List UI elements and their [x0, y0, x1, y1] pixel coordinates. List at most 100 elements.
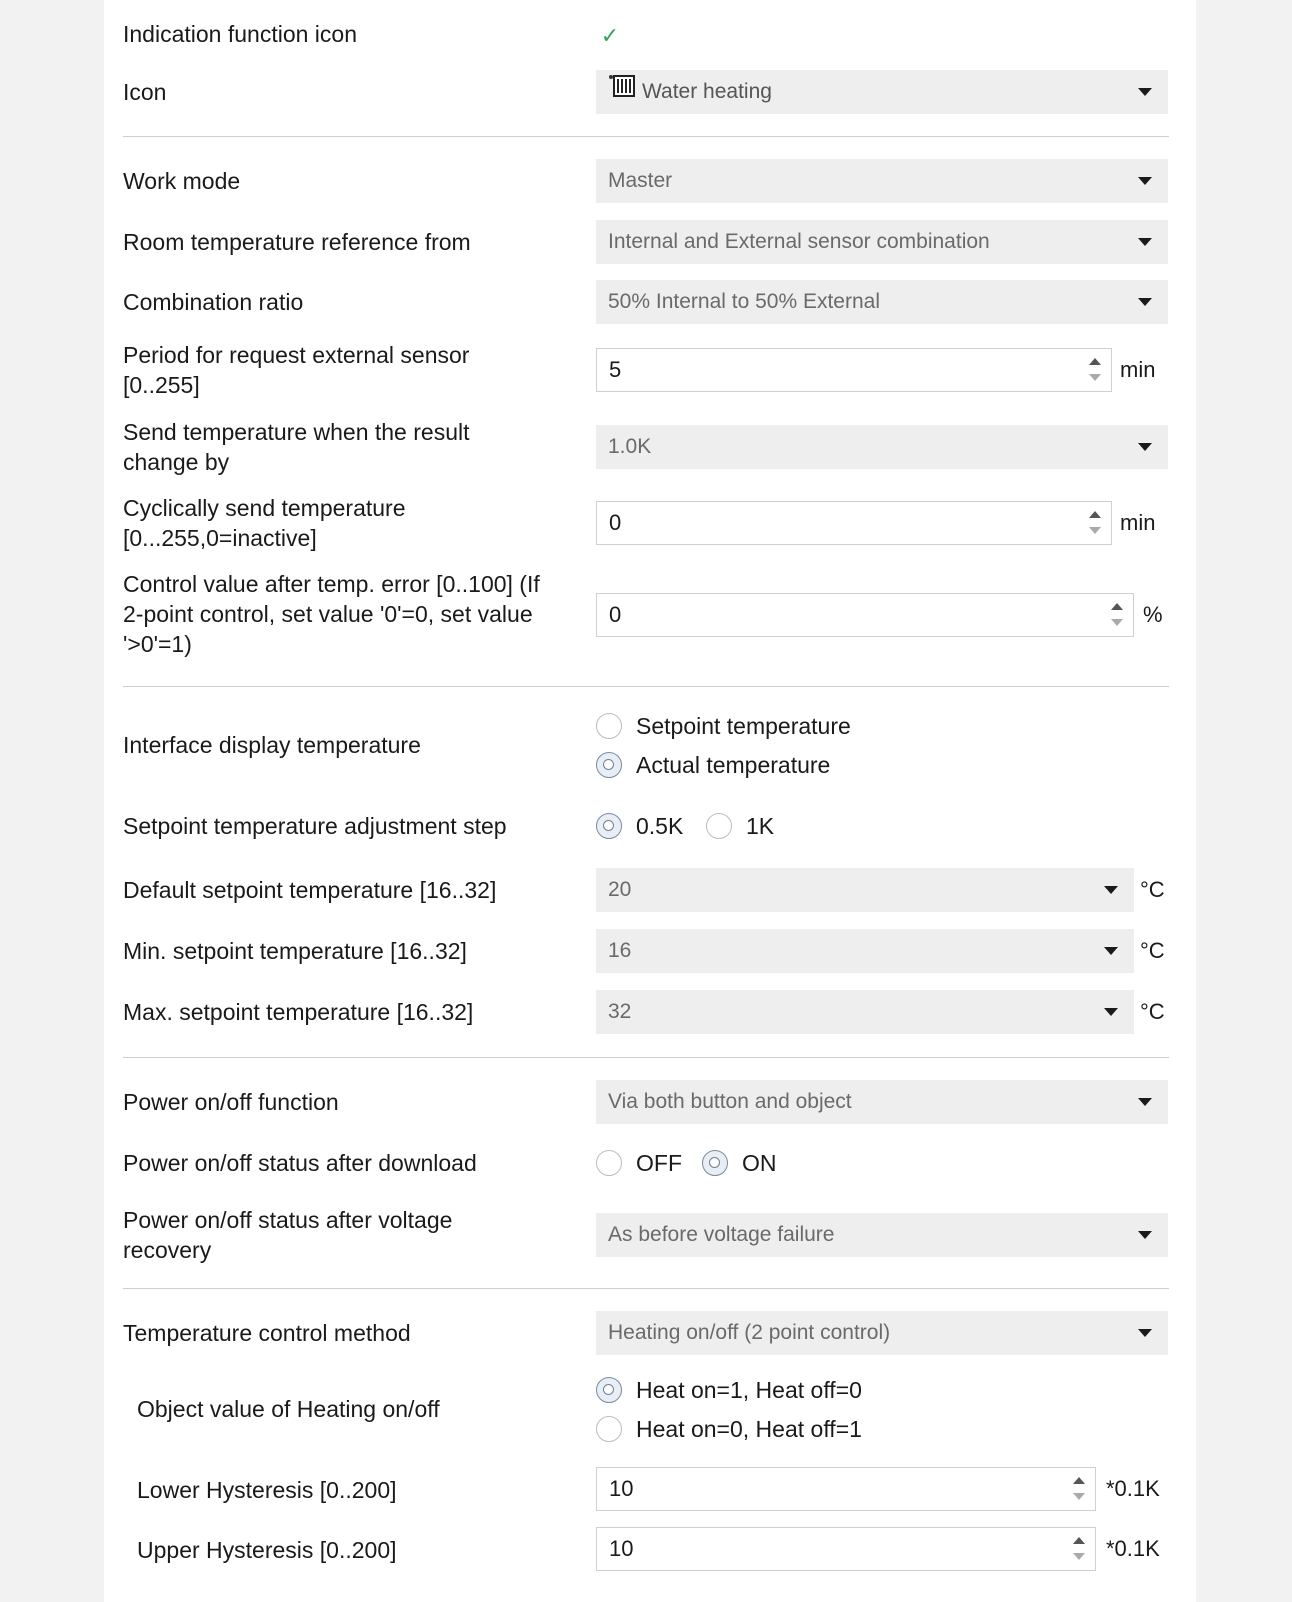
power-rec-label-line2: recovery: [123, 1237, 212, 1263]
radio-label: Heat on=0, Heat off=1: [636, 1416, 862, 1442]
stepper-arrows-icon[interactable]: [1073, 1475, 1085, 1503]
cyclic-label-line1: Cyclically send temperature: [123, 495, 406, 521]
separator: [123, 1288, 1169, 1289]
cyclic-label-line2: [0...255,0=inactive]: [123, 525, 317, 551]
upper-hyst-stepper[interactable]: 10: [596, 1527, 1096, 1571]
work-mode-dropdown[interactable]: Master: [596, 159, 1168, 203]
power-rec-label-line1: Power on/off status after voltage: [123, 1207, 453, 1233]
cyclic-value: 0: [609, 510, 622, 535]
radio-label: ON: [742, 1150, 777, 1176]
control-err-unit: %: [1143, 602, 1163, 627]
stepper-arrows-icon[interactable]: [1089, 356, 1101, 384]
stepper-arrows-icon[interactable]: [1089, 509, 1101, 537]
upper-hyst-label: Upper Hysteresis [0..200]: [137, 1537, 397, 1563]
max-sp-dropdown[interactable]: 32: [596, 990, 1134, 1034]
radio-label: 0.5K: [636, 813, 684, 839]
power-fn-value: Via both button and object: [608, 1090, 852, 1113]
max-sp-unit: °C: [1140, 999, 1165, 1024]
icon-value: Water heating: [642, 80, 772, 103]
obj-value-label: Object value of Heating on/off: [137, 1396, 440, 1422]
radio-button-selected[interactable]: [596, 1377, 622, 1403]
max-sp-label: Max. setpoint temperature [16..32]: [123, 999, 474, 1025]
indication-label: Indication function icon: [123, 21, 357, 47]
display-label: Interface display temperature: [123, 732, 421, 758]
chevron-down-icon: [1138, 298, 1152, 306]
ctrl-method-dropdown[interactable]: Heating on/off (2 point control): [596, 1311, 1168, 1355]
indication-checkbox[interactable]: ✓: [596, 22, 624, 50]
chevron-down-icon: [1138, 88, 1152, 96]
room-ref-dropdown[interactable]: Internal and External sensor combination: [596, 220, 1168, 264]
period-value: 5: [609, 357, 622, 382]
radio-button-selected[interactable]: [596, 752, 622, 778]
radio-button[interactable]: [596, 1416, 622, 1442]
min-sp-dropdown[interactable]: 16: [596, 929, 1134, 973]
combination-dropdown[interactable]: 50% Internal to 50% External: [596, 280, 1168, 324]
control-err-value: 0: [609, 602, 622, 627]
power-fn-dropdown[interactable]: Via both button and object: [596, 1080, 1168, 1124]
chevron-down-icon: [1138, 443, 1152, 451]
work-mode-value: Master: [608, 169, 673, 192]
stepper-arrows-icon[interactable]: [1073, 1535, 1085, 1563]
icon-dropdown[interactable]: Water heating: [596, 70, 1168, 114]
upper-hyst-unit: *0.1K: [1106, 1536, 1160, 1561]
default-sp-dropdown[interactable]: 20: [596, 868, 1134, 912]
power-rec-dropdown[interactable]: As before voltage failure: [596, 1213, 1168, 1257]
radio-button[interactable]: [596, 1150, 622, 1176]
min-sp-unit: °C: [1140, 938, 1165, 963]
step-label: Setpoint temperature adjustment step: [123, 813, 507, 839]
default-sp-value: 20: [608, 878, 632, 901]
period-label-line1: Period for request external sensor: [123, 342, 470, 368]
max-sp-value: 32: [608, 1000, 632, 1023]
power-rec-value: As before voltage failure: [608, 1223, 835, 1246]
radio-label: OFF: [636, 1150, 682, 1176]
cyclic-stepper[interactable]: 0: [596, 501, 1112, 545]
control-err-label-line2: 2-point control, set value '0'=0, set va…: [123, 601, 533, 627]
upper-hyst-value: 10: [609, 1536, 634, 1561]
min-sp-value: 16: [608, 939, 632, 962]
chevron-down-icon: [1138, 1231, 1152, 1239]
period-label-line2: [0..255]: [123, 372, 200, 398]
send-change-dropdown[interactable]: 1.0K: [596, 425, 1168, 469]
parameter-panel: Indication function icon ✓ Icon Water he…: [104, 0, 1196, 1602]
lower-hyst-label: Lower Hysteresis [0..200]: [137, 1477, 397, 1503]
control-err-stepper[interactable]: 0: [596, 593, 1134, 637]
period-unit: min: [1120, 357, 1156, 382]
radio-button[interactable]: [596, 713, 622, 739]
radio-label: Heat on=1, Heat off=0: [636, 1377, 862, 1403]
chevron-down-icon: [1138, 1329, 1152, 1337]
radio-button-selected[interactable]: [702, 1150, 728, 1176]
ctrl-method-value: Heating on/off (2 point control): [608, 1321, 891, 1344]
min-sp-label: Min. setpoint temperature [16..32]: [123, 938, 467, 964]
radio-label: 1K: [746, 813, 775, 839]
chevron-down-icon: [1104, 1008, 1118, 1016]
cyclic-unit: min: [1120, 510, 1156, 535]
separator: [123, 136, 1169, 137]
send-change-label-line2: change by: [123, 449, 230, 475]
power-dl-label: Power on/off status after download: [123, 1150, 477, 1176]
separator: [123, 1057, 1169, 1058]
lower-hyst-stepper[interactable]: 10: [596, 1467, 1096, 1511]
control-err-label-line1: Control value after temp. error [0..100]…: [123, 571, 540, 597]
ctrl-method-label: Temperature control method: [123, 1320, 411, 1346]
chevron-down-icon: [1104, 947, 1118, 955]
stepper-arrows-icon[interactable]: [1111, 601, 1123, 629]
radio-label: Actual temperature: [636, 752, 831, 778]
chevron-down-icon: [1104, 886, 1118, 894]
radio-button-selected[interactable]: [596, 813, 622, 839]
chevron-down-icon: [1138, 1098, 1152, 1106]
radio-label: Setpoint temperature: [636, 713, 851, 739]
power-fn-label: Power on/off function: [123, 1089, 339, 1115]
default-sp-unit: °C: [1140, 877, 1165, 902]
room-ref-value: Internal and External sensor combination: [608, 230, 990, 253]
period-stepper[interactable]: 5: [596, 348, 1112, 392]
combination-value: 50% Internal to 50% External: [608, 290, 880, 313]
radio-button[interactable]: [706, 813, 732, 839]
control-err-label-line3: '>0'=1): [123, 631, 192, 657]
chevron-down-icon: [1138, 177, 1152, 185]
send-change-value: 1.0K: [608, 435, 652, 458]
combination-label: Combination ratio: [123, 289, 304, 315]
water-heater-icon: [608, 70, 636, 114]
send-change-label-line1: Send temperature when the result: [123, 419, 470, 445]
icon-label: Icon: [123, 79, 167, 105]
work-mode-label: Work mode: [123, 168, 241, 194]
